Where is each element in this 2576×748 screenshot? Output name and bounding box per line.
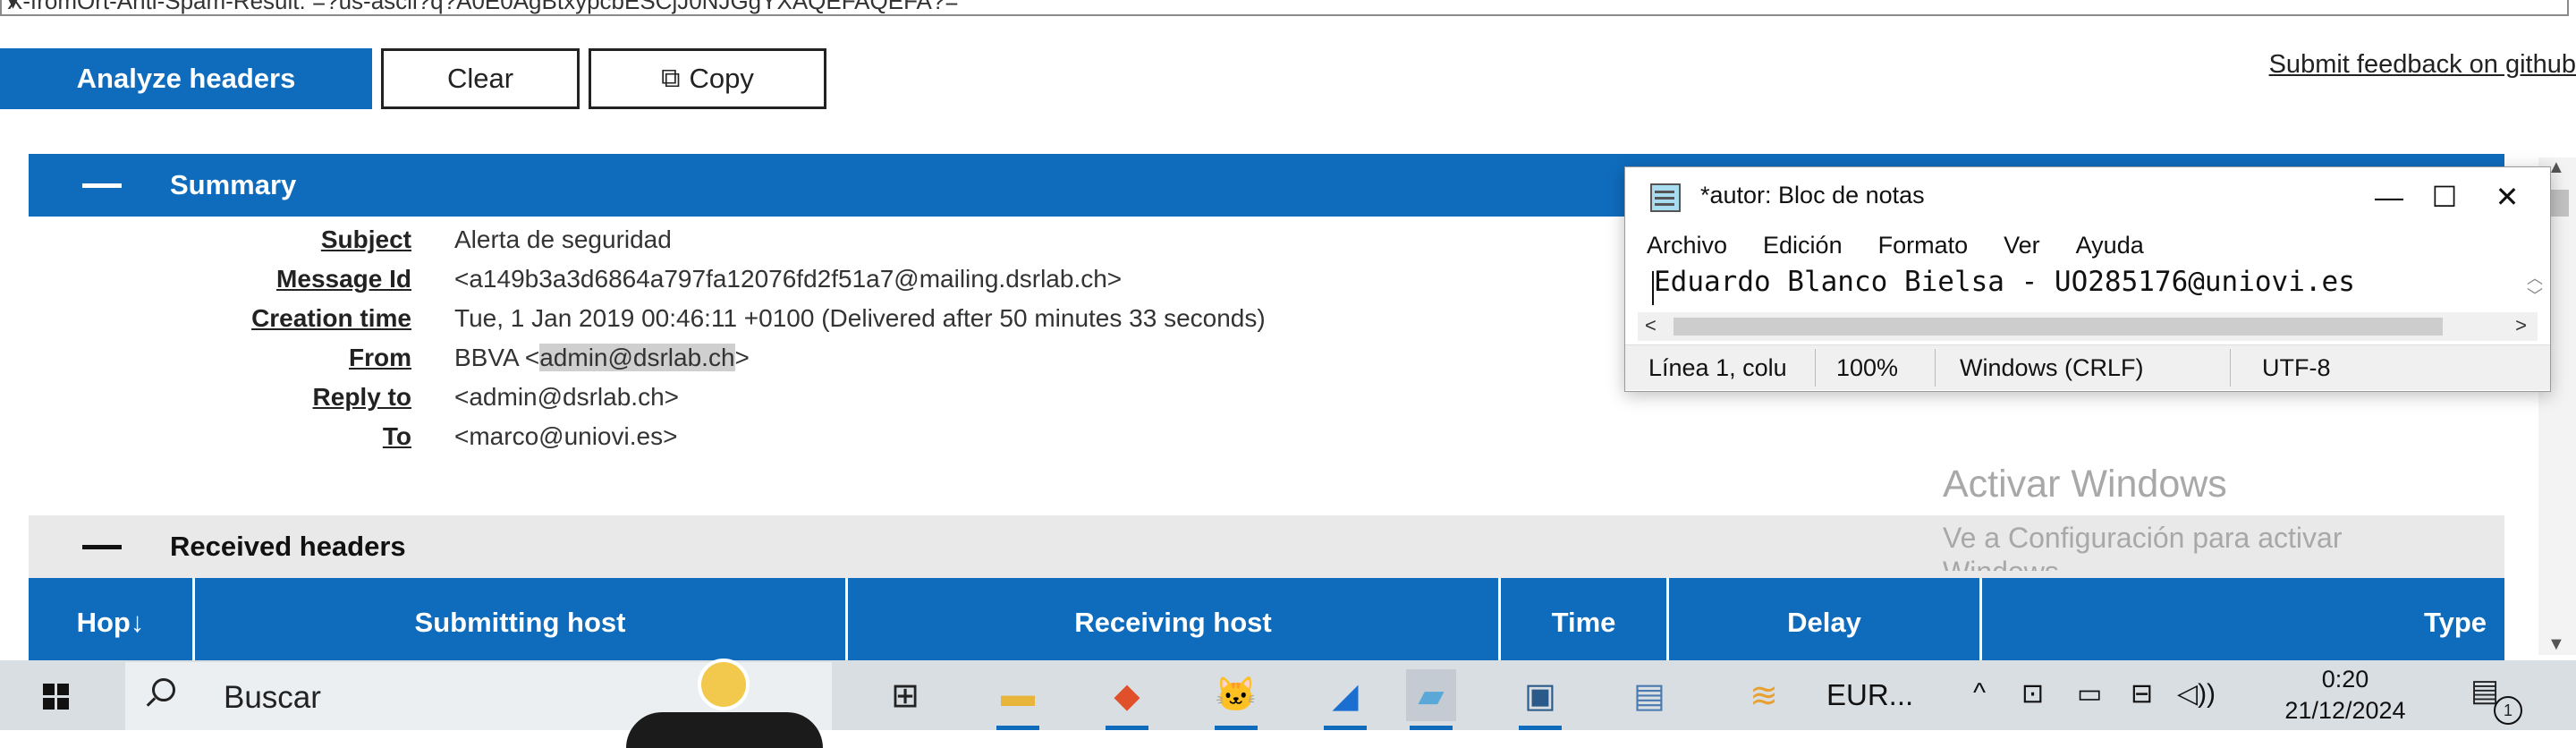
scroll-right-icon[interactable]: > — [2515, 314, 2527, 337]
watermark-title: Activar Windows — [1943, 463, 2227, 506]
menu-archivo[interactable]: Archivo — [1647, 232, 1727, 259]
notepad-horizontal-scrollbar[interactable]: < > — [1638, 312, 2538, 341]
clear-button[interactable]: Clear — [381, 48, 580, 109]
analyze-headers-label: Analyze headers — [76, 63, 296, 94]
notepad-title: *autor: Bloc de notas — [1700, 182, 1925, 208]
watermark-line: Windows. — [1943, 555, 2342, 571]
to-value: <marco@uniovi.es> — [454, 422, 678, 450]
from-key[interactable]: From — [54, 344, 411, 372]
submit-feedback-link[interactable]: Submit feedback on github — [2269, 50, 2576, 80]
watermark-line: Ve a Configuración para activar — [1943, 521, 2343, 554]
text-caret — [1652, 271, 1654, 305]
search-highlight-sun-icon — [698, 659, 750, 710]
summary-title: Summary — [170, 169, 297, 200]
search-icon — [152, 678, 175, 701]
column-header-receiving-host[interactable]: Receiving host — [848, 578, 1501, 667]
column-header-time[interactable]: Time — [1501, 578, 1669, 667]
collapse-icon — [82, 183, 122, 188]
notepad-menu-bar: Archivo Edición Formato Ver Ayuda — [1647, 232, 2144, 259]
summary-row-to: To <marco@uniovi.es> — [0, 422, 2576, 458]
search-placeholder: Buscar — [224, 680, 321, 715]
tray-meet-icon[interactable]: ⊡ — [2021, 678, 2044, 710]
header-input-textarea[interactable]: X-fromOrt-Anti-Spam-Result: =?us-ascii?q… — [0, 0, 2569, 16]
received-headers-title: Received headers — [170, 531, 406, 562]
clear-label: Clear — [446, 63, 514, 94]
subject-value: Alerta de seguridad — [454, 225, 672, 253]
creation-time-key[interactable]: Creation time — [54, 304, 411, 333]
task-view-icon[interactable]: ⊞ — [880, 669, 930, 721]
notification-center-icon[interactable]: ▤ 1 — [2470, 673, 2522, 725]
copy-icon: ⧉ — [661, 64, 681, 93]
clock-date: 21/12/2024 — [2284, 697, 2406, 724]
wireshark-icon[interactable]: ◢ — [1320, 669, 1370, 730]
column-header-submitting-host[interactable]: Submitting host — [195, 578, 848, 667]
received-table-header: Hop↓ Submitting host Receiving host Time… — [29, 578, 2504, 667]
horizontal-scroll-thumb[interactable] — [1674, 318, 2443, 336]
creation-time-value: Tue, 1 Jan 2019 00:46:11 +0100 (Delivere… — [454, 304, 1266, 332]
column-header-hop[interactable]: Hop↓ — [29, 578, 195, 667]
volume-icon[interactable]: ◁)) — [2177, 678, 2216, 710]
status-separator — [2230, 349, 2231, 387]
currency-widget-label[interactable]: EUR... — [1826, 678, 1913, 712]
reply-to-value: <admin@dsrlab.ch> — [454, 383, 680, 411]
from-value-highlight: admin@dsrlab.ch — [539, 344, 735, 371]
status-zoom: 100% — [1836, 354, 1899, 381]
status-position: Línea 1, colu — [1648, 354, 1787, 381]
menu-formato[interactable]: Formato — [1878, 232, 1969, 259]
windows-taskbar: Buscar ⊞ ▬ ◆ 🐱 ◢ ▰ ▣ ▤ ≋ EUR... ^ ⊡ ▭ ⊟ … — [0, 659, 2576, 748]
brave-browser-icon[interactable]: ◆ — [1102, 669, 1152, 730]
network-icon[interactable]: ⊟ — [2131, 678, 2153, 710]
from-value-suffix: > — [734, 344, 750, 371]
status-line-ending: Windows (CRLF) — [1960, 354, 2144, 381]
notepad-title-bar[interactable]: *autor: Bloc de notas — ☐ ✕ — [1625, 167, 2550, 228]
close-button[interactable]: ✕ — [2480, 174, 2534, 219]
copy-label: Copy — [689, 63, 754, 94]
notepad-window[interactable]: *autor: Bloc de notas — ☐ ✕ Archivo Edic… — [1624, 166, 2551, 392]
search-highlight-hill-icon — [626, 712, 823, 748]
cat-app-icon[interactable]: 🐱 — [1211, 669, 1261, 730]
menu-ver[interactable]: Ver — [2004, 232, 2040, 259]
minimize-button[interactable]: — — [2362, 174, 2416, 219]
copy-button[interactable]: ⧉ Copy — [589, 48, 826, 109]
currency-widget-icon[interactable]: ≋ — [1739, 669, 1789, 721]
activate-windows-watermark: Activar Windows Ve a Configuración para … — [1943, 462, 2342, 571]
from-value-prefix: BBVA < — [454, 344, 540, 371]
windows-start-icon[interactable] — [43, 684, 70, 710]
notes-app-icon[interactable]: ▰ — [1406, 669, 1456, 730]
menu-ayuda[interactable]: Ayuda — [2076, 232, 2144, 259]
notepad-status-bar: Línea 1, colu 100% Windows (CRLF) UTF-8 — [1625, 344, 2550, 390]
clock-time: 0:20 — [2321, 666, 2369, 693]
notification-badge: 1 — [2494, 696, 2522, 725]
maximize-button[interactable]: ☐ — [2418, 174, 2471, 219]
scroll-down-icon[interactable]: ▼ — [2547, 634, 2565, 655]
notepad-vertical-scroll-icon[interactable]: ︿ ﹀ — [2527, 269, 2543, 305]
reply-to-key[interactable]: Reply to — [54, 383, 411, 412]
collapse-icon — [82, 545, 122, 549]
notepad-taskbar-icon[interactable]: ▤ — [1624, 669, 1674, 721]
message-id-value: <a149b3a3d6864a797fa12076fd2f51a7@mailin… — [454, 265, 1123, 293]
notepad-text-area[interactable]: Eduardo Blanco Bielsa - UO285176@uniovi.… — [1638, 266, 2532, 310]
screen-tool-icon[interactable]: ▣ — [1515, 669, 1565, 730]
tray-chevron-icon[interactable]: ^ — [1973, 678, 1986, 709]
scroll-left-icon[interactable]: < — [1645, 314, 1657, 337]
system-clock[interactable]: 0:20 21/12/2024 — [2283, 660, 2408, 725]
taskbar-search-box[interactable]: Buscar — [125, 659, 832, 748]
menu-edicion[interactable]: Edición — [1763, 232, 1843, 259]
textarea-scroll-arrow-icon[interactable]: ▾ — [7, 0, 2555, 14]
notepad-icon — [1650, 183, 1681, 212]
column-header-type[interactable]: Type — [1982, 578, 2504, 667]
status-separator — [1815, 349, 1816, 387]
analyze-headers-button[interactable]: Analyze headers — [0, 48, 372, 109]
notepad-content: Eduardo Blanco Bielsa - UO285176@uniovi.… — [1654, 266, 2355, 298]
message-id-key[interactable]: Message Id — [54, 265, 411, 293]
battery-icon[interactable]: ▭ — [2077, 678, 2102, 710]
from-value: BBVA <admin@dsrlab.ch> — [454, 344, 750, 372]
subject-key[interactable]: Subject — [54, 225, 411, 254]
to-key[interactable]: To — [54, 422, 411, 451]
file-explorer-icon[interactable]: ▬ — [993, 669, 1043, 730]
column-header-delay[interactable]: Delay — [1669, 578, 1982, 667]
status-separator — [1935, 349, 1936, 387]
status-encoding: UTF-8 — [2262, 354, 2331, 381]
